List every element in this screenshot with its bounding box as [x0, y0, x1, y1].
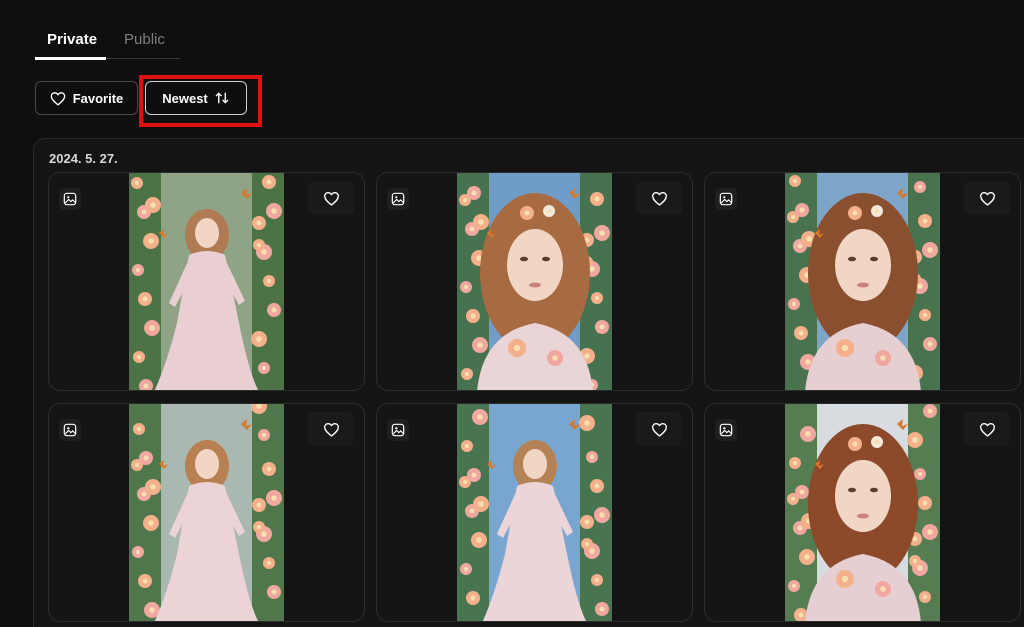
image-type-icon — [387, 188, 409, 210]
favorite-heart-icon[interactable] — [964, 412, 1010, 446]
gallery-page: Private Public Favorite Newest 2024. 5. … — [0, 0, 1024, 627]
annotation-highlight-box — [139, 75, 262, 127]
image-card[interactable] — [48, 403, 365, 622]
tab-private[interactable]: Private — [47, 31, 97, 48]
gallery-date-label: 2024. 5. 27. — [49, 151, 118, 166]
favorite-filter-button[interactable]: Favorite — [35, 81, 138, 115]
favorite-heart-icon[interactable] — [964, 181, 1010, 215]
image-type-icon — [59, 419, 81, 441]
favorite-heart-icon[interactable] — [308, 412, 354, 446]
image-thumbnail[interactable] — [129, 404, 284, 621]
image-card[interactable] — [376, 172, 693, 391]
image-thumbnail[interactable] — [457, 404, 612, 621]
visibility-tabs: Private Public — [35, 24, 180, 60]
image-type-icon — [715, 419, 737, 441]
image-card[interactable] — [704, 403, 1021, 622]
image-type-icon — [715, 188, 737, 210]
image-thumbnail[interactable] — [785, 173, 940, 390]
image-thumbnail[interactable] — [129, 173, 284, 390]
image-thumbnail[interactable] — [457, 173, 612, 390]
image-thumbnail[interactable] — [785, 404, 940, 621]
heart-outline-icon — [50, 91, 66, 106]
image-type-icon — [59, 188, 81, 210]
favorite-filter-label: Favorite — [72, 90, 124, 106]
image-card[interactable] — [704, 172, 1021, 391]
favorite-heart-icon[interactable] — [308, 181, 354, 215]
tab-public[interactable]: Public — [124, 31, 165, 48]
image-card[interactable] — [48, 172, 365, 391]
image-type-icon — [387, 419, 409, 441]
active-tab-indicator — [35, 57, 106, 60]
favorite-heart-icon[interactable] — [636, 412, 682, 446]
favorite-heart-icon[interactable] — [636, 181, 682, 215]
image-card[interactable] — [376, 403, 693, 622]
